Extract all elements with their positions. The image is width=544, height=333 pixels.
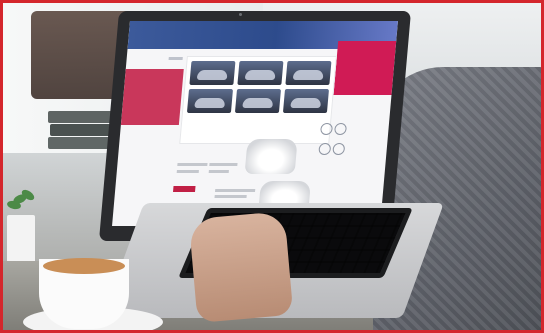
feature-icons — [311, 121, 349, 211]
car-tile[interactable] — [282, 89, 330, 113]
car-tile[interactable] — [285, 61, 332, 85]
car-gallery — [179, 56, 337, 144]
hero-banner-left — [120, 69, 184, 125]
feature-icon — [318, 143, 332, 155]
hand — [188, 211, 294, 323]
feature-icon — [333, 123, 348, 135]
car-tile[interactable] — [234, 89, 282, 113]
featured-car-image[interactable] — [244, 139, 298, 174]
feature-icon — [332, 143, 346, 155]
plant — [3, 187, 43, 217]
car-tile[interactable] — [186, 89, 234, 113]
hero-banner-right — [333, 41, 397, 95]
photo-frame — [0, 0, 544, 333]
feature-icon — [319, 123, 334, 135]
coffee — [43, 258, 125, 274]
laptop-screen — [112, 21, 398, 226]
car-tile[interactable] — [189, 61, 236, 85]
webcam — [239, 13, 242, 16]
car-tile[interactable] — [237, 61, 284, 85]
red-button[interactable] — [173, 186, 196, 192]
site-title — [269, 29, 390, 35]
